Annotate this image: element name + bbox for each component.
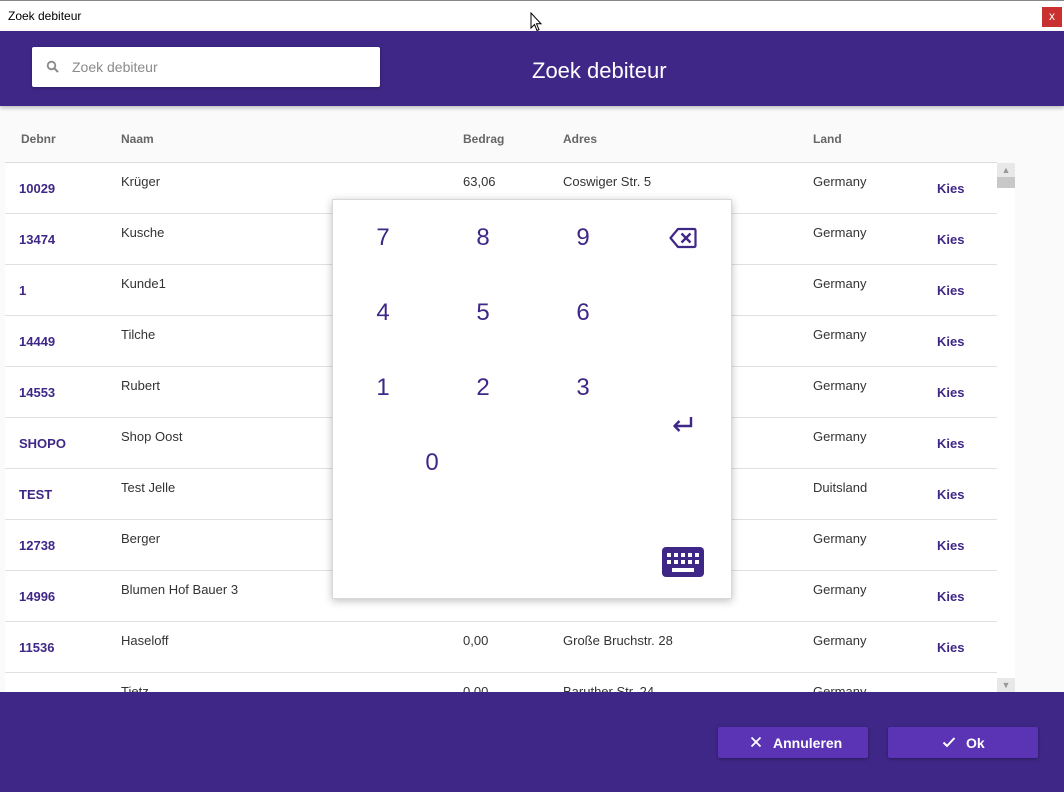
column-header-debnr[interactable]: Debnr	[21, 132, 56, 146]
debnr-cell: 11536	[19, 640, 55, 655]
key-8[interactable]: 8	[453, 218, 513, 258]
land-cell: Germany	[813, 327, 867, 342]
search-input[interactable]	[72, 55, 368, 79]
table-header: Debnr Naam Bedrag Adres Land	[5, 106, 997, 163]
ok-label: Ok	[966, 735, 985, 751]
kies-button[interactable]: Kies	[937, 538, 964, 553]
keyboard-icon[interactable]	[653, 542, 713, 582]
cancel-button[interactable]: Annuleren	[718, 727, 868, 758]
debnr-cell: 1	[19, 283, 27, 298]
table-row[interactable]: Tietz 0,00 Baruther Str. 24 Germany	[5, 673, 997, 692]
close-icon	[750, 736, 762, 748]
debnr-cell: 12738	[19, 538, 56, 553]
window-title: Zoek debiteur	[8, 9, 82, 23]
naam-cell: Kunde1	[121, 276, 166, 291]
adres-cell: Baruther Str. 24	[563, 684, 655, 692]
footer-bar: Annuleren Ok	[0, 692, 1064, 792]
key-7[interactable]: 7	[353, 218, 413, 258]
key-4[interactable]: 4	[353, 293, 413, 333]
naam-cell: Haseloff	[121, 633, 169, 648]
debnr-cell: 10029	[19, 181, 56, 196]
key-2[interactable]: 2	[453, 368, 513, 408]
header-bar: Zoek debiteur	[0, 31, 1064, 106]
naam-cell: Tietz	[121, 684, 149, 692]
key-3[interactable]: 3	[553, 368, 613, 408]
debnr-cell: 14553	[19, 385, 56, 400]
scroll-thumb[interactable]	[997, 177, 1015, 188]
land-cell: Germany	[813, 633, 867, 648]
key-9[interactable]: 9	[553, 218, 613, 258]
debnr-cell: SHOPO	[19, 436, 66, 451]
debnr-cell: TEST	[19, 487, 53, 502]
land-cell: Germany	[813, 378, 867, 393]
kies-button[interactable]: Kies	[937, 181, 964, 196]
land-cell: Duitsland	[813, 480, 868, 495]
land-cell: Germany	[813, 531, 867, 546]
column-header-land[interactable]: Land	[813, 132, 842, 146]
land-cell: Germany	[813, 276, 867, 291]
vertical-scrollbar[interactable]: ▲ ▼	[997, 163, 1015, 692]
table-row[interactable]: 11536 Haseloff 0,00 Große Bruchstr. 28 G…	[5, 622, 997, 673]
kies-button[interactable]: Kies	[937, 640, 964, 655]
check-icon	[942, 737, 956, 748]
debnr-cell: 13474	[19, 232, 56, 247]
column-header-adres[interactable]: Adres	[563, 132, 597, 146]
land-cell: Germany	[813, 174, 867, 189]
key-5[interactable]: 5	[453, 293, 513, 333]
bedrag-cell: 0,00	[463, 684, 489, 692]
kies-button[interactable]: Kies	[937, 283, 964, 298]
kies-button[interactable]: Kies	[937, 334, 964, 349]
close-button[interactable]: x	[1042, 7, 1062, 27]
land-cell: Germany	[813, 684, 867, 692]
numeric-keypad: 7 8 9 4 5 6 1 2 3 0	[332, 199, 732, 599]
kies-button[interactable]: Kies	[937, 232, 964, 247]
adres-cell: Coswiger Str. 5	[563, 174, 652, 189]
naam-cell: Shop Oost	[121, 429, 183, 444]
naam-cell: Kusche	[121, 225, 165, 240]
bedrag-cell: 0,00	[463, 633, 489, 648]
naam-cell: Krüger	[121, 174, 161, 189]
search-icon	[46, 60, 59, 73]
debnr-cell: 14449	[19, 334, 56, 349]
land-cell: Germany	[813, 429, 867, 444]
naam-cell: Blumen Hof Bauer 3	[121, 582, 239, 597]
mouse-cursor-icon	[530, 12, 542, 32]
land-cell: Germany	[813, 225, 867, 240]
search-box	[32, 47, 380, 87]
enter-icon[interactable]	[653, 404, 713, 444]
kies-button[interactable]: Kies	[937, 385, 964, 400]
scroll-up-icon[interactable]: ▲	[997, 163, 1015, 177]
adres-cell: Große Bruchstr. 28	[563, 633, 673, 648]
bedrag-cell: 63,06	[463, 174, 496, 189]
column-header-naam[interactable]: Naam	[121, 132, 154, 146]
land-cell: Germany	[813, 582, 867, 597]
kies-button[interactable]: Kies	[937, 436, 964, 451]
naam-cell: Tilche	[121, 327, 156, 342]
scroll-down-icon[interactable]: ▼	[997, 678, 1015, 692]
naam-cell: Test Jelle	[121, 480, 176, 495]
naam-cell: Berger	[121, 531, 161, 546]
key-1[interactable]: 1	[353, 368, 413, 408]
naam-cell: Rubert	[121, 378, 161, 393]
ok-button[interactable]: Ok	[888, 727, 1038, 758]
key-0[interactable]: 0	[402, 443, 462, 483]
kies-button[interactable]: Kies	[937, 487, 964, 502]
cancel-label: Annuleren	[773, 735, 843, 751]
dialog-window: Zoek debiteur x Zoek debiteur Debnr Naam…	[0, 0, 1064, 792]
column-header-bedrag[interactable]: Bedrag	[463, 132, 504, 146]
backspace-icon[interactable]	[653, 218, 713, 258]
debnr-cell: 14996	[19, 589, 56, 604]
key-6[interactable]: 6	[553, 293, 613, 333]
kies-button[interactable]: Kies	[937, 589, 964, 604]
page-title: Zoek debiteur	[532, 58, 667, 83]
